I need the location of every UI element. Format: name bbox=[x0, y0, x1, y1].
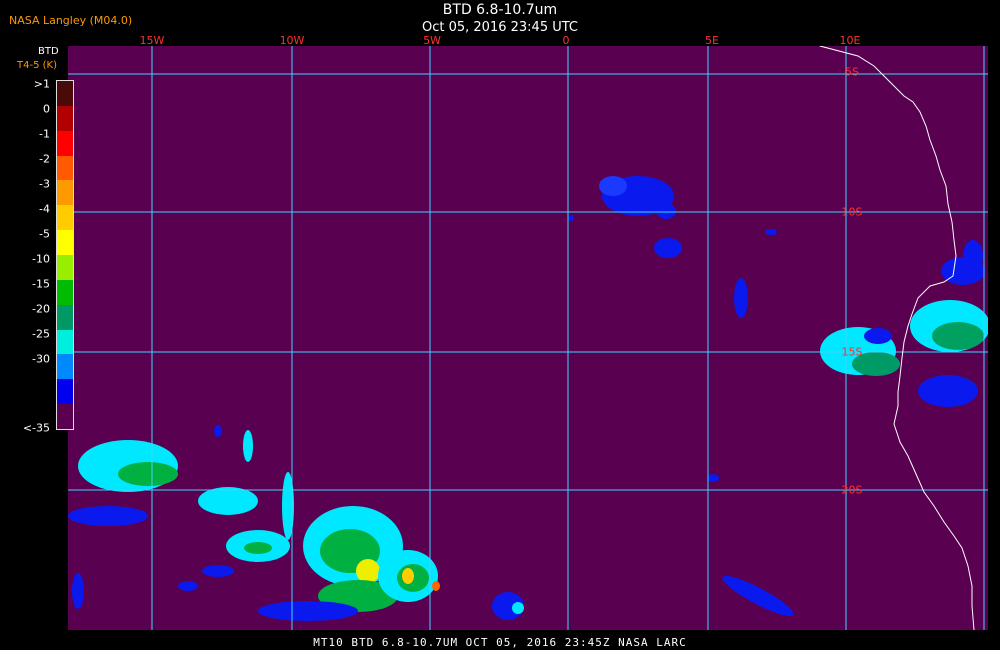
legend-color-block bbox=[57, 304, 73, 330]
lat-label-5s: 5S bbox=[845, 65, 859, 79]
satellite-map bbox=[68, 46, 988, 630]
legend-tick-label: 0 bbox=[43, 102, 50, 116]
legend-color-block bbox=[57, 205, 73, 231]
legend-color-block bbox=[57, 354, 73, 380]
legend-color-block bbox=[57, 230, 73, 256]
legend-color-block bbox=[57, 130, 73, 156]
legend-tick-label: >1 bbox=[33, 77, 50, 91]
color-scale-bar bbox=[56, 80, 74, 430]
legend-color-block bbox=[57, 105, 73, 131]
legend-color-block bbox=[57, 255, 73, 280]
lat-label-20s: 20S bbox=[841, 483, 863, 497]
legend-tick-label: -30 bbox=[32, 352, 50, 366]
legend-title: BTD bbox=[38, 46, 59, 57]
legend-tick-label: -15 bbox=[32, 277, 50, 291]
legend-tick-label: -4 bbox=[39, 202, 50, 216]
legend-color-block bbox=[57, 81, 73, 106]
footer-caption: MT10 BTD 6.8-10.7UM OCT 05, 2016 23:45Z … bbox=[313, 636, 687, 649]
legend-tick-label: -5 bbox=[39, 227, 50, 241]
legend-tick-label: -20 bbox=[32, 302, 50, 316]
legend-color-block bbox=[57, 279, 73, 305]
legend-units: T4-5 (K) bbox=[17, 60, 57, 71]
legend-tick-label: -10 bbox=[32, 252, 50, 266]
legend-color-block bbox=[57, 404, 73, 430]
legend-color-block bbox=[57, 379, 73, 405]
lat-label-15s: 15S bbox=[841, 345, 863, 359]
legend-tick-label: <-35 bbox=[22, 421, 50, 435]
legend-color-block bbox=[57, 180, 73, 206]
legend-tick-label: -25 bbox=[32, 327, 50, 341]
legend-tick-label: -3 bbox=[39, 177, 50, 191]
image-title: BTD 6.8-10.7um bbox=[442, 2, 558, 18]
legend-color-block bbox=[57, 329, 73, 355]
legend-tick-label: -2 bbox=[39, 152, 50, 166]
lat-label-10s: 10S bbox=[841, 205, 863, 219]
legend-color-block bbox=[57, 155, 73, 181]
image-timestamp: Oct 05, 2016 23:45 UTC bbox=[422, 20, 578, 35]
legend-tick-label: -1 bbox=[39, 127, 50, 141]
